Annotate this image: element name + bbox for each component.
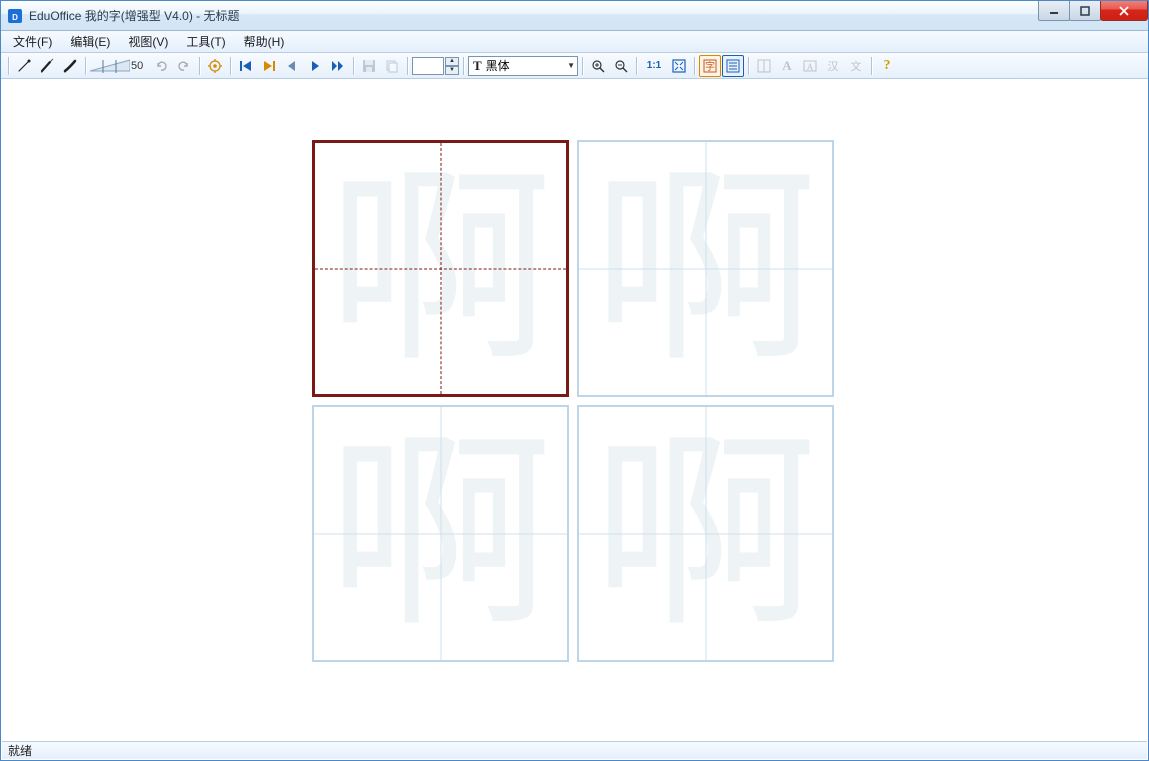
- practice-cell-3[interactable]: 啊: [312, 405, 569, 662]
- fit-window-button[interactable]: [668, 55, 690, 77]
- practice-grid: 啊 啊 啊 啊: [312, 140, 834, 662]
- font-prefix-icon: T: [473, 58, 482, 74]
- guide-vertical: [705, 142, 706, 395]
- play-button[interactable]: [304, 55, 326, 77]
- pen-calligraphy-button[interactable]: [59, 55, 81, 77]
- close-button[interactable]: [1100, 1, 1148, 21]
- menubar: 文件(F) 编辑(E) 视图(V) 工具(T) 帮助(H): [1, 31, 1148, 53]
- first-page-button[interactable]: [235, 55, 257, 77]
- menu-file[interactable]: 文件(F): [5, 31, 60, 52]
- guide-vertical: [705, 407, 706, 660]
- toolbar-separator: [582, 57, 583, 75]
- toolbar-separator: [199, 57, 200, 75]
- mode-list-button[interactable]: [722, 55, 744, 77]
- toolbar-separator: [85, 57, 86, 75]
- zoom-actual-button[interactable]: 1:1: [641, 55, 667, 77]
- chevron-down-icon: ▼: [567, 61, 575, 70]
- font-name-label: 黑体: [486, 57, 563, 74]
- menu-help[interactable]: 帮助(H): [236, 31, 293, 52]
- minimize-button[interactable]: [1038, 1, 1070, 21]
- svg-text:字: 字: [705, 60, 715, 73]
- brush-size-slider[interactable]: [90, 58, 130, 74]
- svg-text:D: D: [12, 13, 18, 22]
- undo-button[interactable]: [150, 55, 172, 77]
- page-number-input[interactable]: [412, 57, 444, 75]
- font-selector[interactable]: T 黑体 ▼: [468, 56, 578, 76]
- brush-size-value: 50: [131, 60, 149, 72]
- text-box-button[interactable]: A: [799, 55, 821, 77]
- prev-button[interactable]: [281, 55, 303, 77]
- zoom-out-button[interactable]: [610, 55, 632, 77]
- mode-grid-button[interactable]: 字: [699, 55, 721, 77]
- window-title: EduOffice 我的字(增强型 V4.0) - 无标题: [29, 7, 240, 24]
- toolbar-separator: [230, 57, 231, 75]
- toolbar: 50 ▲▼ T 黑体 ▼: [1, 53, 1148, 79]
- maximize-button[interactable]: [1069, 1, 1101, 21]
- toolbar-separator: [748, 57, 749, 75]
- app-icon: D: [7, 8, 23, 24]
- help-button[interactable]: ?: [876, 55, 898, 77]
- toolbar-separator: [636, 57, 637, 75]
- status-text: 就绪: [8, 742, 32, 759]
- fast-forward-button[interactable]: [327, 55, 349, 77]
- practice-cell-1[interactable]: 啊: [312, 140, 569, 397]
- zoom-in-button[interactable]: [587, 55, 609, 77]
- toolbar-separator: [694, 57, 695, 75]
- copy-button[interactable]: [381, 55, 403, 77]
- guide-vertical: [440, 407, 441, 660]
- pen-brush-button[interactable]: [36, 55, 58, 77]
- text-direction-button[interactable]: 文: [845, 55, 867, 77]
- menu-view[interactable]: 视图(V): [120, 31, 176, 52]
- toolbar-separator: [353, 57, 354, 75]
- toolbar-separator: [871, 57, 872, 75]
- page-spinner[interactable]: ▲▼: [445, 57, 459, 75]
- menu-edit[interactable]: 编辑(E): [62, 31, 118, 52]
- text-a-button[interactable]: A: [776, 55, 798, 77]
- workspace[interactable]: 啊 啊 啊 啊: [2, 80, 1147, 740]
- menu-tools[interactable]: 工具(T): [178, 31, 233, 52]
- toolbar-separator: [463, 57, 464, 75]
- practice-cell-4[interactable]: 啊: [577, 405, 834, 662]
- settings-button[interactable]: [204, 55, 226, 77]
- window-controls: [1039, 1, 1148, 21]
- statusbar: 就绪: [2, 741, 1147, 759]
- guide-vertical: [440, 143, 441, 394]
- toolbar-separator: [407, 57, 408, 75]
- svg-text:A: A: [807, 62, 814, 72]
- last-page-button[interactable]: [258, 55, 280, 77]
- layout-button[interactable]: [753, 55, 775, 77]
- toolbar-separator: [8, 57, 9, 75]
- chinese-char-button[interactable]: 汉: [822, 55, 844, 77]
- pen-thin-button[interactable]: [13, 55, 35, 77]
- redo-button[interactable]: [173, 55, 195, 77]
- titlebar: D EduOffice 我的字(增强型 V4.0) - 无标题: [1, 1, 1148, 31]
- practice-cell-2[interactable]: 啊: [577, 140, 834, 397]
- save-button[interactable]: [358, 55, 380, 77]
